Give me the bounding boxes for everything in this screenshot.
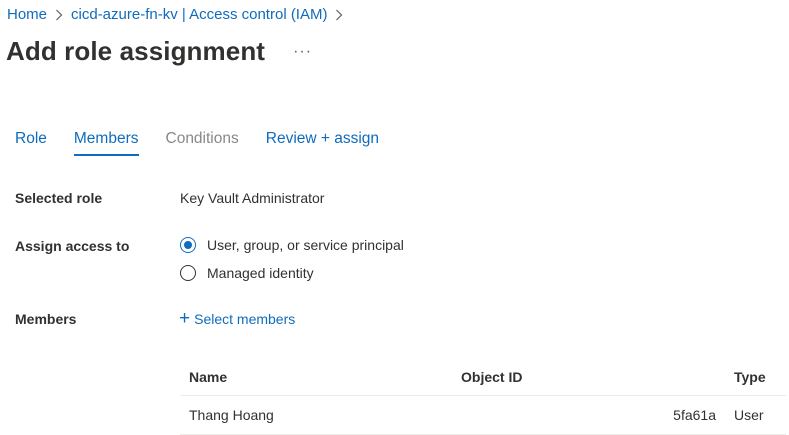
radio-label: User, group, or service principal (207, 237, 404, 253)
plus-icon: + (179, 308, 191, 329)
member-name: Thang Hoang (189, 407, 274, 423)
radio-checked-icon[interactable] (180, 237, 196, 253)
selected-role-value: Key Vault Administrator (180, 190, 325, 206)
select-members-label: Select members (194, 310, 296, 327)
radio-unchecked-icon[interactable] (180, 265, 196, 281)
assign-access-label: Assign access to (15, 238, 130, 254)
breadcrumb-home-link[interactable]: Home (7, 6, 47, 23)
chevron-right-icon (55, 9, 63, 21)
radio-label: Managed identity (207, 265, 314, 281)
tab-members[interactable]: Members (73, 130, 139, 156)
member-object-id: 5fa61a (673, 407, 716, 423)
column-header-object-id[interactable]: Object ID (461, 369, 725, 385)
table-header: Name Object ID Type (180, 359, 786, 396)
column-header-name[interactable]: Name (180, 369, 461, 385)
chevron-right-icon (335, 9, 343, 21)
page-title: Add role assignment (6, 36, 266, 66)
selected-role-label: Selected role (15, 190, 103, 206)
select-members-button[interactable]: + Select members (179, 309, 295, 328)
members-label: Members (15, 311, 77, 327)
radio-managed-identity[interactable]: Managed identity (180, 265, 314, 281)
breadcrumb: Home cicd-azure-fn-kv | Access control (… (7, 6, 351, 23)
tab-conditions: Conditions (165, 130, 239, 147)
wizard-tabs: Role Members Conditions Review + assign (15, 130, 406, 156)
title-row: Add role assignment ··· (6, 36, 312, 67)
column-header-type[interactable]: Type (725, 369, 786, 385)
more-options-button[interactable]: ··· (293, 43, 312, 61)
tab-review-assign[interactable]: Review + assign (266, 130, 379, 156)
member-type: User (734, 407, 764, 423)
radio-user-group-sp[interactable]: User, group, or service principal (180, 237, 404, 253)
table-row[interactable]: Thang Hoang 5fa61a User (180, 396, 786, 435)
tab-role[interactable]: Role (15, 130, 47, 156)
members-table: Name Object ID Type Thang Hoang 5fa61a U… (180, 359, 786, 435)
breadcrumb-resource-link[interactable]: cicd-azure-fn-kv | Access control (IAM) (71, 6, 327, 23)
